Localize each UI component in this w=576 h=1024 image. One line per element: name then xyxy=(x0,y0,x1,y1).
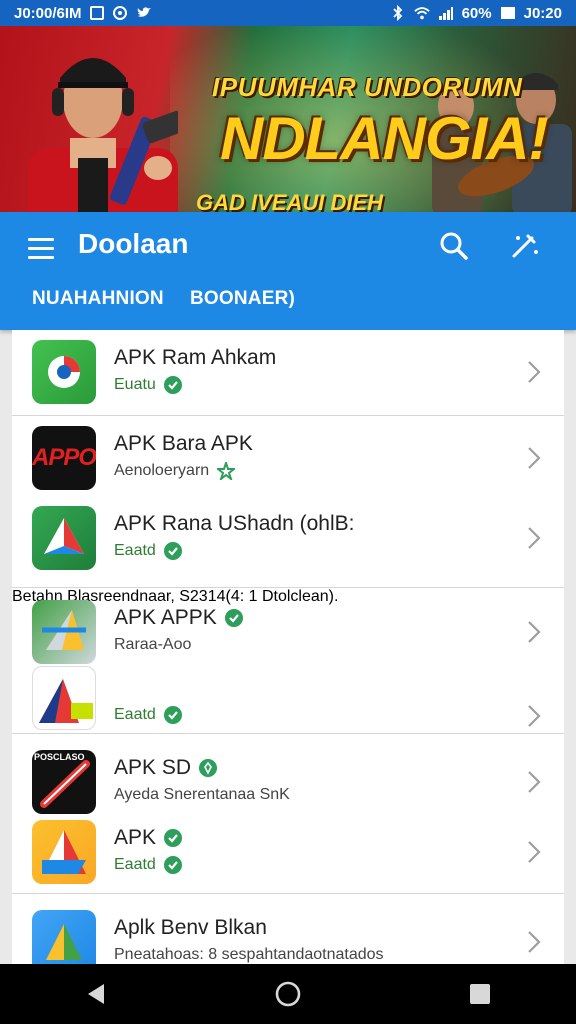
app-publisher: Aenoloeryarn xyxy=(114,462,236,480)
app-name: APK Rana UShadn (ohlB: xyxy=(114,512,355,535)
recents-icon[interactable] xyxy=(460,974,500,1014)
signal-icon xyxy=(438,5,454,21)
status-left-text: J0:00/6IM xyxy=(14,4,82,22)
battery-percent: 60% xyxy=(461,4,492,22)
app-publisher: Eaatd xyxy=(114,542,182,560)
home-icon[interactable] xyxy=(268,974,308,1014)
list-item[interactable]: POSCLASO APK SD Ayeda Snerentanaa SnK xyxy=(12,742,564,822)
app-publisher-text: Eaatd xyxy=(114,706,156,723)
back-icon[interactable] xyxy=(76,974,116,1014)
chevron-right-icon xyxy=(528,771,541,793)
promo-banner[interactable]: IPUUMHAR UNDORUMN NDLANGIA! GAD IVEAUI D… xyxy=(0,26,576,212)
banner-headline-sub: GAD IVEAUI DIEH ROBSOORIREQID xyxy=(196,190,384,212)
list-item[interactable]: APK Eaatd xyxy=(12,812,564,892)
app-name-text: APK SD xyxy=(114,756,192,779)
clock: J0:20 xyxy=(523,4,562,22)
app-publisher-text: Eaatd xyxy=(114,856,156,873)
app-name: APK Ram Ahkam xyxy=(114,346,277,369)
tab-second[interactable]: BOONAER) xyxy=(190,288,295,310)
app-name: APK xyxy=(114,826,183,850)
app-publisher-text: Aenoloeryarn xyxy=(114,462,210,479)
banner-headline-top: IPUUMHAR UNDORUMN xyxy=(212,72,523,102)
app-bar: Doolaan NUAHAHNION BOONAER) xyxy=(0,212,576,330)
wifi-icon xyxy=(413,5,430,21)
app-name-text: APK APPK xyxy=(114,606,217,629)
system-nav-bar xyxy=(0,964,576,1024)
app-name-text: APK xyxy=(114,826,157,849)
app-icon xyxy=(32,600,96,664)
app-publisher-text: Eaatd xyxy=(114,542,156,559)
menu-icon[interactable] xyxy=(28,232,60,264)
verified-icon xyxy=(163,542,182,560)
bluetooth-icon xyxy=(390,5,406,21)
chevron-right-icon xyxy=(528,527,541,549)
list-item[interactable]: APPO APK Bara APK Aenoloeryarn xyxy=(12,418,564,498)
list-item[interactable]: Eaatd xyxy=(12,656,564,736)
list-card: Aplk Benv Blkan Pneatahoas: 8 sespahtand… xyxy=(12,894,564,974)
verified-icon xyxy=(224,609,243,627)
settings-notification-icon xyxy=(112,5,128,21)
app-publisher: Pneatahoas: 8 sespahtandaotnatados xyxy=(114,946,384,963)
app-icon xyxy=(32,340,96,404)
app-name: Aplk Benv Blkan xyxy=(114,916,267,939)
chevron-right-icon xyxy=(528,361,541,383)
banner-headline-main: NDLANGIA! xyxy=(220,105,549,172)
app-name: APK SD xyxy=(114,756,218,780)
app-publisher: Ayeda Snerentanaa SnK xyxy=(114,786,290,803)
tab-first[interactable]: NUAHAHNION xyxy=(32,288,164,310)
twitter-icon xyxy=(136,5,152,21)
app-icon xyxy=(32,820,96,884)
status-bar: J0:00/6IM 60% J0:20 xyxy=(0,0,576,26)
app-list: APK Ram Ahkam Euatu APPO APK Bara APK Ae… xyxy=(12,330,564,974)
app-icon-text: APPO xyxy=(32,444,96,471)
app-publisher: Euatu xyxy=(114,376,182,394)
app-publisher-text: Euatu xyxy=(114,376,156,393)
chevron-right-icon xyxy=(528,841,541,863)
search-icon[interactable] xyxy=(436,228,472,264)
verified-icon xyxy=(163,706,182,724)
app-icon xyxy=(32,666,96,730)
list-card: APK Ram Ahkam Euatu xyxy=(12,330,564,416)
verified-icon xyxy=(163,376,182,394)
list-item[interactable]: APK Ram Ahkam Euatu xyxy=(12,332,564,412)
list-item[interactable]: APK Rana UShadn (ohlB: Eaatd xyxy=(12,498,564,578)
battery-icon xyxy=(500,5,516,21)
app-publisher: Eaatd xyxy=(114,856,182,874)
verified-icon xyxy=(164,829,183,847)
chevron-right-icon xyxy=(528,705,541,727)
list-card: POSCLASO APK SD Ayeda Snerentanaa SnK AP… xyxy=(12,734,564,894)
list-card: APPO APK Bara APK Aenoloeryarn APK Rana … xyxy=(12,416,564,588)
app-name: APK APPK xyxy=(114,606,243,630)
app-name: APK Bara APK xyxy=(114,432,253,455)
chevron-right-icon xyxy=(528,447,541,469)
app-icon: APPO xyxy=(32,426,96,490)
banner-person-image xyxy=(28,58,178,212)
app-publisher: Raraa-Aoo xyxy=(114,636,192,653)
chevron-right-icon xyxy=(528,621,541,643)
app-title: Doolaan xyxy=(78,228,189,259)
list-card: APK APPK Raraa-Aoo Betahn Blasreendnaar,… xyxy=(12,588,564,734)
notification-icon xyxy=(89,6,104,20)
verified-icon xyxy=(163,856,182,874)
app-icon xyxy=(32,506,96,570)
chevron-right-icon xyxy=(528,931,541,953)
edit-icon[interactable] xyxy=(506,228,542,264)
verified-icon xyxy=(199,759,218,777)
app-icon: POSCLASO xyxy=(32,750,96,814)
star-icon xyxy=(217,462,236,480)
app-publisher: Eaatd xyxy=(114,706,182,724)
